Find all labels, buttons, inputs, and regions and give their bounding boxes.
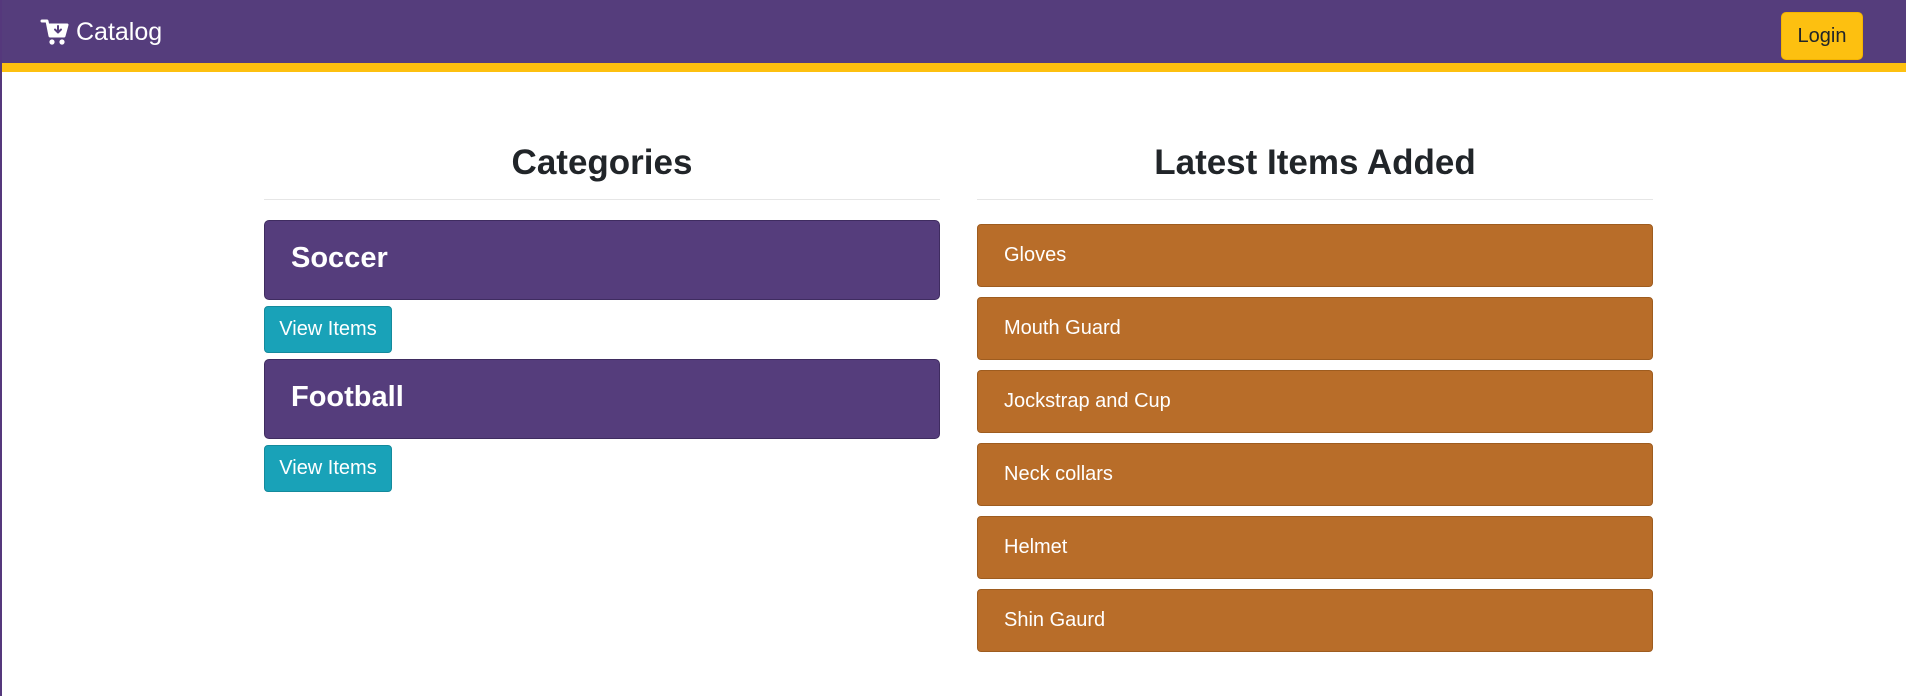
category-card-football: Football [264,359,940,439]
category-name: Soccer [291,242,388,274]
latest-items-list: Gloves Mouth Guard Jockstrap and Cup Nec… [977,224,1653,652]
categories-section: Categories Soccer View Items Football Vi… [264,130,940,498]
categories-title: Categories [264,130,940,200]
navbar: Catalog Login [2,0,1906,72]
page: Catalog Login Categories Soccer View Ite… [0,0,1906,696]
category-name: Football [291,381,404,413]
latest-items-title: Latest Items Added [977,130,1653,200]
login-button[interactable]: Login [1781,12,1863,60]
categories-list: Soccer View Items Football View Items [264,220,940,492]
list-item[interactable]: Mouth Guard [977,297,1653,360]
latest-items-section: Latest Items Added Gloves Mouth Guard Jo… [977,130,1653,662]
list-item[interactable]: Neck collars [977,443,1653,506]
list-item[interactable]: Helmet [977,516,1653,579]
view-items-button-soccer[interactable]: View Items [264,306,392,353]
brand-link[interactable]: Catalog [40,17,162,47]
view-items-button-football[interactable]: View Items [264,445,392,492]
category-card-soccer: Soccer [264,220,940,300]
list-item[interactable]: Gloves [977,224,1653,287]
cart-icon [40,17,70,47]
list-item[interactable]: Jockstrap and Cup [977,370,1653,433]
list-item[interactable]: Shin Gaurd [977,589,1653,652]
brand-label: Catalog [76,17,163,46]
